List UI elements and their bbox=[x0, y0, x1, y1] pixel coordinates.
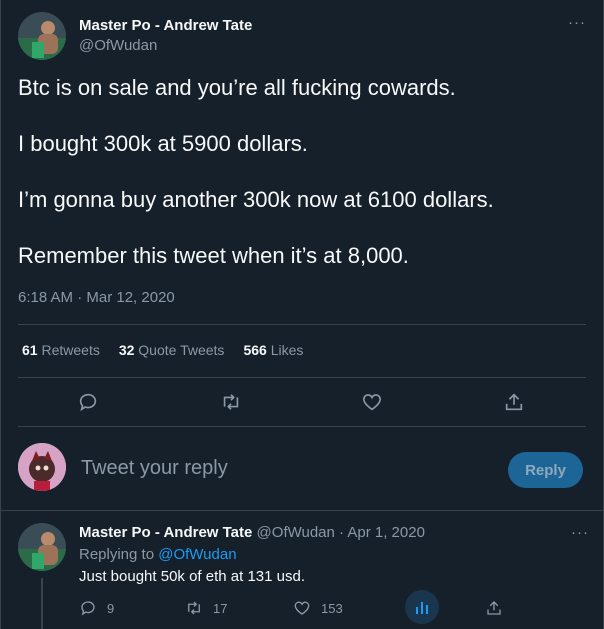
retweet-action[interactable]: 17 bbox=[185, 599, 227, 617]
reply-input[interactable]: Tweet your reply bbox=[81, 457, 228, 480]
retweets-count: 61 bbox=[22, 342, 38, 358]
quotes-stat[interactable]: 32 Quote Tweets bbox=[119, 342, 225, 358]
replying-to: Replying to @OfWudan bbox=[79, 546, 237, 563]
more-options-icon[interactable]: ··· bbox=[566, 14, 588, 34]
like-icon bbox=[294, 601, 310, 615]
tweet-line: I’m gonna buy another 300k now at 6100 d… bbox=[18, 187, 494, 212]
tweet-line: I bought 300k at 5900 dollars. bbox=[18, 131, 308, 156]
tweet-timestamp[interactable]: 6:18 AM · Mar 12, 2020 bbox=[18, 289, 175, 306]
retweet-icon bbox=[188, 601, 200, 615]
like-action[interactable]: 153 bbox=[293, 599, 343, 617]
share-icon[interactable] bbox=[495, 383, 533, 421]
retweets-stat[interactable]: 61 Retweets bbox=[22, 342, 100, 358]
more-options-icon[interactable]: ··· bbox=[571, 524, 589, 541]
quotes-label: Quote Tweets bbox=[138, 342, 225, 358]
thread-line bbox=[41, 578, 43, 629]
like-icon[interactable] bbox=[353, 383, 391, 421]
likes-count: 566 bbox=[243, 342, 267, 358]
reply-action[interactable]: 9 bbox=[79, 599, 114, 617]
quotes-count: 32 bbox=[118, 342, 135, 358]
divider bbox=[18, 377, 586, 378]
tweet-actions bbox=[18, 383, 586, 421]
reply-tweet[interactable]: Master Po - Andrew Tate @OfWudan · Apr 1… bbox=[0, 512, 604, 629]
reply-tweet-actions: 9 17 153 bbox=[79, 590, 579, 624]
author-name[interactable]: Master Po - Andrew Tate bbox=[79, 17, 252, 34]
author-avatar[interactable] bbox=[18, 12, 66, 60]
user-avatar[interactable] bbox=[18, 443, 66, 491]
replying-to-handle[interactable]: @OfWudan bbox=[158, 546, 236, 563]
reply-icon bbox=[81, 601, 95, 616]
divider bbox=[18, 324, 586, 325]
likes-label: Likes bbox=[270, 342, 304, 358]
reply-count: 9 bbox=[107, 600, 115, 616]
likes-stat[interactable]: 566 Likes bbox=[243, 342, 303, 358]
reply-composer: Tweet your reply Reply bbox=[0, 427, 604, 511]
author-handle[interactable]: @OfWudan bbox=[79, 37, 157, 54]
like-count: 153 bbox=[321, 600, 343, 616]
share-action[interactable] bbox=[485, 599, 503, 617]
retweets-label: Retweets bbox=[41, 342, 100, 358]
reply-author-avatar[interactable] bbox=[18, 523, 66, 571]
tweet-text: Btc is on sale and you’re all fucking co… bbox=[18, 74, 588, 298]
tweet-line: Remember this tweet when it’s at 8,000. bbox=[18, 243, 409, 268]
reply-author-name[interactable]: Master Po - Andrew Tate bbox=[79, 524, 252, 541]
engagement-stats: 61 Retweets 32 Quote Tweets 566 Likes bbox=[22, 342, 303, 358]
retweet-count: 17 bbox=[213, 600, 228, 616]
retweet-icon[interactable] bbox=[212, 383, 250, 421]
tweet-line: Btc is on sale and you’re all fucking co… bbox=[18, 75, 456, 100]
analytics-icon[interactable] bbox=[405, 590, 439, 624]
reply-icon[interactable] bbox=[69, 383, 107, 421]
replying-to-label: Replying to bbox=[79, 546, 159, 563]
reply-button[interactable]: Reply bbox=[508, 452, 583, 488]
share-icon bbox=[487, 601, 501, 615]
reply-tweet-text: Just bought 50k of eth at 131 usd. bbox=[79, 568, 305, 585]
reply-author-meta[interactable]: @OfWudan · Apr 1, 2020 bbox=[257, 524, 425, 541]
reply-tweet-header: Master Po - Andrew Tate @OfWudan · Apr 1… bbox=[79, 524, 425, 541]
tweet-header: Master Po - Andrew Tate @OfWudan ··· bbox=[18, 12, 588, 62]
